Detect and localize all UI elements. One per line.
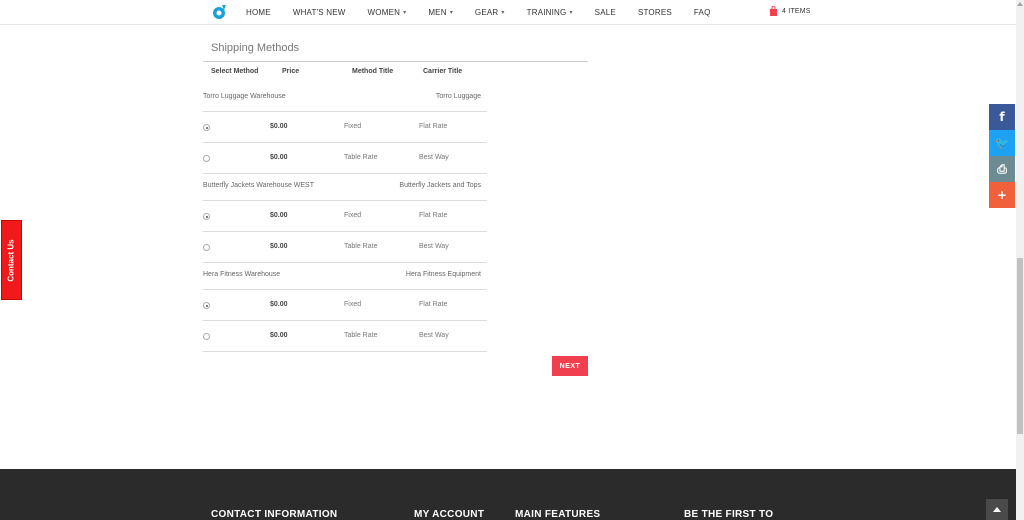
method-title: Fixed bbox=[344, 123, 362, 130]
cart-count-label: 4 ITEMS bbox=[782, 7, 811, 15]
method-carrier: Best Way bbox=[419, 154, 449, 161]
warehouse-divider bbox=[203, 351, 487, 352]
nav-item-stores[interactable]: STORES bbox=[638, 8, 672, 17]
nav-item-what-s-new[interactable]: WHAT'S NEW bbox=[293, 8, 346, 17]
warehouse-divider bbox=[203, 262, 487, 263]
twitter-share-button[interactable]: 🐦 bbox=[989, 130, 1015, 156]
nav-item-sale[interactable]: SALE bbox=[595, 8, 616, 17]
chevron-down-icon: ▾ bbox=[449, 10, 453, 16]
footer-heading-newsletter: BE THE FIRST TO bbox=[684, 509, 774, 520]
method-price: $0.00 bbox=[270, 243, 288, 250]
method-title: Fixed bbox=[344, 301, 362, 308]
facebook-share-button[interactable]: f bbox=[989, 104, 1015, 130]
warehouse-carrier: Butterfly Jackets and Tops bbox=[399, 182, 481, 189]
method-carrier: Flat Rate bbox=[419, 123, 448, 130]
page-scrollbar[interactable] bbox=[1016, 0, 1024, 520]
method-carrier: Flat Rate bbox=[419, 301, 448, 308]
method-price: $0.00 bbox=[270, 123, 288, 130]
plus-icon: + bbox=[996, 188, 1008, 202]
nav-item-gear[interactable]: GEAR ▾ bbox=[475, 8, 505, 17]
warehouse-carrier: Hera Fitness Equipment bbox=[405, 271, 481, 278]
nav-item-label: SALE bbox=[594, 8, 616, 17]
warehouse-divider bbox=[203, 173, 487, 174]
footer-heading-account: MY ACCOUNT bbox=[414, 509, 485, 520]
method-carrier: Best Way bbox=[419, 243, 449, 250]
footer-heading-features: MAIN FEATURES bbox=[515, 509, 601, 520]
method-radio[interactable] bbox=[203, 124, 210, 131]
method-price: $0.00 bbox=[270, 154, 288, 161]
scroll-up-arrow-icon[interactable] bbox=[1017, 2, 1023, 6]
nav-item-label: HOME bbox=[246, 8, 271, 17]
nav-item-label: MEN bbox=[428, 8, 447, 17]
nav-item-label: STORES bbox=[637, 8, 672, 17]
method-radio[interactable] bbox=[203, 213, 210, 220]
nav-item-men[interactable]: MEN ▾ bbox=[428, 8, 453, 17]
method-title: Table Rate bbox=[344, 243, 378, 250]
facebook-icon: f bbox=[999, 110, 1005, 124]
column-header-carrier-title: Carrier Title bbox=[423, 68, 463, 75]
column-header-price: Price bbox=[282, 68, 300, 75]
shipping-method-row[interactable]: $0.00 Fixed Flat Rate bbox=[203, 289, 487, 320]
social-share-bar: f 🐦 ⎙ + bbox=[989, 104, 1015, 208]
nav-item-label: TRAINING bbox=[526, 8, 567, 17]
chevron-down-icon: ▾ bbox=[403, 10, 407, 16]
contact-us-tab[interactable]: Contact Us bbox=[1, 220, 22, 300]
contact-us-label: Contact Us bbox=[7, 238, 17, 282]
back-to-top-button[interactable] bbox=[986, 499, 1008, 520]
shipping-method-row[interactable]: $0.00 Table Rate Best Way bbox=[203, 142, 487, 173]
next-button[interactable]: NEXT bbox=[552, 356, 588, 376]
chevron-down-icon: ▾ bbox=[569, 10, 573, 16]
method-radio[interactable] bbox=[203, 333, 210, 340]
method-carrier: Best Way bbox=[419, 332, 449, 339]
plus-share-button[interactable]: + bbox=[989, 182, 1015, 208]
warehouse-name: Torro Luggage Warehouse bbox=[203, 93, 286, 100]
method-title: Table Rate bbox=[344, 332, 378, 339]
brand-logo-icon[interactable] bbox=[211, 4, 227, 20]
main-nav: HOME WHAT'S NEW WOMEN ▾ MEN ▾ GEAR ▾ TRAINING ▾ SA… bbox=[246, 0, 733, 25]
footer-heading-contact: CONTACT INFORMATION bbox=[211, 509, 338, 520]
shopping-bag-icon bbox=[770, 6, 777, 16]
shipping-method-row[interactable]: $0.00 Fixed Flat Rate bbox=[203, 111, 487, 142]
shipping-method-row[interactable]: $0.00 Table Rate Best Way bbox=[203, 231, 487, 262]
method-carrier: Flat Rate bbox=[419, 212, 448, 219]
method-radio[interactable] bbox=[203, 155, 210, 162]
warehouse-carrier: Torro Luggage bbox=[435, 93, 481, 100]
method-price: $0.00 bbox=[270, 301, 288, 308]
site-footer: CONTACT INFORMATION MY ACCOUNT MAIN FEAT… bbox=[0, 469, 1016, 520]
print-share-button[interactable]: ⎙ bbox=[989, 156, 1015, 182]
site-header: HOME WHAT'S NEW WOMEN ▾ MEN ▾ GEAR ▾ TRAINING ▾ SA… bbox=[0, 0, 1016, 25]
nav-item-faq[interactable]: FAQ bbox=[694, 8, 711, 17]
chevron-down-icon: ▾ bbox=[501, 10, 505, 16]
method-price: $0.00 bbox=[270, 212, 288, 219]
method-radio[interactable] bbox=[203, 244, 210, 251]
shipping-methods-title: Shipping Methods bbox=[211, 42, 300, 54]
print-icon: ⎙ bbox=[997, 161, 1007, 176]
column-header-select-method: Select Method bbox=[211, 68, 259, 75]
nav-item-label: WHAT'S NEW bbox=[292, 8, 346, 17]
method-radio[interactable] bbox=[203, 302, 210, 309]
nav-item-women[interactable]: WOMEN ▾ bbox=[368, 8, 407, 17]
twitter-icon: 🐦 bbox=[994, 136, 1010, 150]
column-header-method-title: Method Title bbox=[352, 68, 394, 75]
nav-item-label: WOMEN bbox=[367, 8, 401, 17]
scrollbar-thumb[interactable] bbox=[1017, 258, 1023, 434]
nav-item-training[interactable]: TRAINING ▾ bbox=[527, 8, 573, 17]
cart-button[interactable]: 4 ITEMS bbox=[769, 6, 811, 16]
shipping-method-row[interactable]: $0.00 Table Rate Best Way bbox=[203, 320, 487, 351]
warehouse-name: Hera Fitness Warehouse bbox=[203, 271, 281, 278]
title-divider bbox=[203, 61, 588, 62]
warehouse-name: Butterfly Jackets Warehouse WEST bbox=[203, 182, 314, 189]
nav-item-label: FAQ bbox=[693, 8, 711, 17]
shipping-method-row[interactable]: $0.00 Fixed Flat Rate bbox=[203, 200, 487, 231]
nav-item-label: GEAR bbox=[474, 8, 499, 17]
method-title: Fixed bbox=[344, 212, 362, 219]
nav-item-home[interactable]: HOME bbox=[246, 8, 271, 17]
method-price: $0.00 bbox=[270, 332, 288, 339]
method-title: Table Rate bbox=[344, 154, 378, 161]
